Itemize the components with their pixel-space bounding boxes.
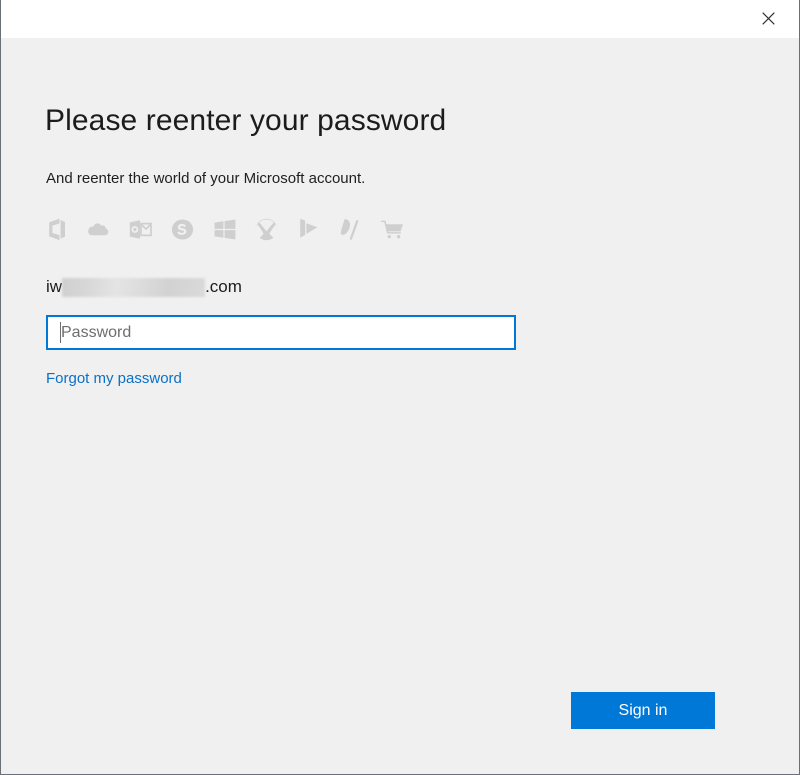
windows-icon — [213, 218, 236, 241]
skype-icon — [171, 218, 194, 241]
account-email-prefix: iw — [46, 277, 63, 296]
content-area: Please reenter your password And reenter… — [1, 38, 799, 774]
account-email-suffix: .com — [205, 277, 242, 296]
close-icon — [761, 11, 775, 25]
text-caret — [60, 322, 61, 343]
store-icon — [381, 218, 404, 241]
password-input[interactable] — [46, 315, 516, 350]
page-subtitle: And reenter the world of your Microsoft … — [46, 170, 366, 187]
redaction-block — [62, 277, 206, 297]
forgot-password-link[interactable]: Forgot my password — [46, 370, 182, 387]
office-icon — [45, 218, 68, 241]
onedrive-icon — [87, 218, 110, 241]
bing-icon — [297, 218, 320, 241]
sign-in-window: Please reenter your password And reenter… — [0, 0, 800, 775]
close-button[interactable] — [745, 2, 791, 34]
page-title: Please reenter your password — [45, 104, 447, 137]
groove-music-icon — [339, 218, 362, 241]
account-email: iw .com — [46, 275, 242, 299]
xbox-icon — [255, 218, 278, 241]
outlook-icon — [129, 218, 152, 241]
service-icon-row — [45, 218, 404, 241]
sign-in-button[interactable]: Sign in — [571, 692, 715, 729]
window-titlebar — [1, 0, 799, 38]
